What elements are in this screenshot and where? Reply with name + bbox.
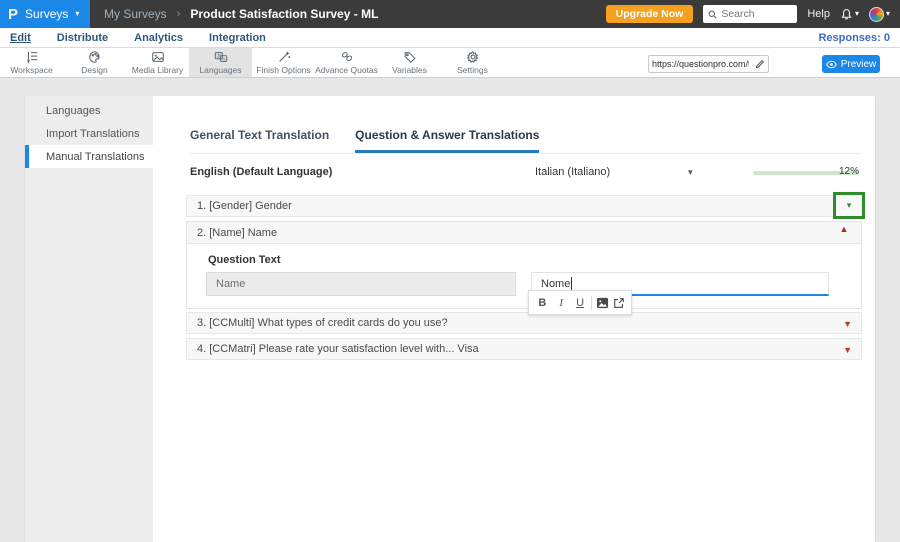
responses-count: Responses: 0 [818, 31, 890, 44]
tool-media-library[interactable]: Media Library [126, 48, 189, 77]
expand-chevron-down-icon[interactable]: ▼ [843, 320, 852, 329]
tool-variables[interactable]: Variables [378, 48, 441, 77]
expand-chevron-down-icon[interactable]: ▾ [847, 201, 852, 210]
translations-main: General Text Translation Question & Answ… [153, 96, 875, 542]
tab-question-answer-translations[interactable]: Question & Answer Translations [355, 128, 540, 153]
variables-tag-icon [404, 52, 416, 63]
question-row-ccmulti[interactable]: 3. [CCMulti] What types of credit cards … [186, 312, 862, 334]
chevron-down-icon: ▾ [75, 9, 80, 18]
questionpro-logo-icon: P [8, 5, 19, 23]
help-link[interactable]: Help [807, 8, 830, 20]
sidebar-item-import-translations[interactable]: Import Translations [25, 122, 153, 145]
search-input[interactable] [721, 8, 792, 20]
breadcrumb-separator-icon: › [176, 8, 181, 20]
tool-advance-quotas[interactable]: Advance Quotas [315, 48, 378, 77]
toolbar-divider [591, 295, 593, 310]
underline-button[interactable]: U [573, 297, 588, 309]
chevron-down-icon: ▾ [885, 9, 890, 18]
svg-text:あ: あ [216, 54, 221, 60]
upgrade-now-button[interactable]: Upgrade Now [605, 5, 694, 23]
finish-options-wand-icon [278, 51, 290, 62]
bell-icon [841, 8, 852, 20]
sidebar-item-manual-translations[interactable]: Manual Translations [25, 145, 153, 168]
text-cursor [571, 277, 573, 290]
bold-button[interactable]: B [535, 297, 550, 309]
target-language-dropdown[interactable]: Italian (Italiano) [535, 166, 610, 178]
nav-analytics[interactable]: Analytics [134, 32, 183, 44]
format-toolbar: B I U [528, 290, 632, 315]
insert-image-button[interactable] [596, 297, 609, 309]
question-list: 1. [Gender] Gender ▾ 2. [Name] Name ▲ Qu… [186, 192, 865, 364]
notifications-menu[interactable]: ▾ [840, 8, 859, 21]
question-row-name[interactable]: 2. [Name] Name ▲ [187, 222, 861, 244]
source-text-field: Name [206, 272, 516, 296]
external-link-icon [614, 297, 624, 308]
translations-sidebar: Languages Import Translations Manual Tra… [25, 96, 153, 542]
insert-link-button[interactable] [613, 297, 625, 309]
sidebar-item-languages[interactable]: Languages [25, 99, 153, 122]
source-language-label: English (Default Language) [190, 166, 333, 178]
edit-url-pencil-icon[interactable] [752, 59, 768, 69]
tool-languages[interactable]: あA Languages [189, 48, 252, 77]
breadcrumb-my-surveys[interactable]: My Surveys [104, 7, 167, 21]
annotation-marker-red: ▲ [829, 225, 859, 234]
survey-url-input[interactable] [649, 59, 752, 69]
survey-url-field [648, 55, 769, 73]
tool-finish-options[interactable]: Finish Options [252, 48, 315, 77]
translations-panel: Languages Import Translations Manual Tra… [25, 96, 875, 542]
translation-tabs: General Text Translation Question & Answ… [190, 128, 861, 154]
tool-workspace[interactable]: Workspace [0, 48, 63, 77]
nav-edit[interactable]: Edit [10, 32, 31, 44]
language-selector-row: English (Default Language) Italian (Ital… [190, 164, 861, 182]
tool-settings[interactable]: Settings [441, 48, 504, 77]
survey-nav: Edit Distribute Analytics Integration Re… [0, 28, 900, 48]
collapse-chevron-up-icon[interactable]: ▲ [829, 225, 859, 234]
italic-button[interactable]: I [554, 297, 569, 309]
settings-gear-icon [466, 51, 478, 63]
translation-progress-percent: 12% [838, 166, 859, 177]
tab-general-text-translation[interactable]: General Text Translation [190, 128, 329, 153]
search-icon [708, 10, 717, 19]
breadcrumb: My Surveys › Product Satisfaction Survey… [104, 7, 378, 21]
question-group-name: 2. [Name] Name ▲ Question Text Name Nome [186, 221, 862, 309]
preview-button[interactable]: Preview [822, 55, 880, 73]
chevron-down-icon: ▾ [854, 9, 859, 18]
languages-translate-icon: あA [214, 52, 227, 63]
tool-design[interactable]: Design [63, 48, 126, 77]
question-row-ccmatri[interactable]: 4. [CCMatri] Please rate your satisfacti… [186, 338, 862, 360]
question-row-gender[interactable]: 1. [Gender] Gender [186, 195, 862, 217]
translation-editor: Question Text Name Nome [187, 244, 861, 308]
avatar [868, 6, 884, 22]
account-menu[interactable]: ▾ [868, 6, 890, 22]
nav-integration[interactable]: Integration [209, 32, 266, 44]
eye-icon [825, 60, 837, 68]
question-text-label: Question Text [208, 254, 281, 266]
surveys-app-menu[interactable]: P Surveys ▾ [0, 0, 90, 28]
page-title: Product Satisfaction Survey - ML [190, 7, 379, 21]
global-search[interactable] [703, 5, 798, 23]
advance-quotas-icon [341, 52, 352, 62]
image-icon [597, 297, 609, 308]
target-language-chevron-down-icon[interactable]: ▾ [688, 167, 693, 178]
workspace-icon [26, 51, 37, 64]
app-menu-label: Surveys [25, 7, 69, 21]
nav-distribute[interactable]: Distribute [57, 32, 108, 44]
expand-chevron-down-icon[interactable]: ▼ [843, 346, 852, 355]
design-palette-icon [88, 51, 99, 63]
top-bar: P Surveys ▾ My Surveys › Product Satisfa… [0, 0, 900, 28]
annotation-highlight-green: ▾ [833, 192, 865, 219]
media-library-icon [151, 52, 164, 62]
